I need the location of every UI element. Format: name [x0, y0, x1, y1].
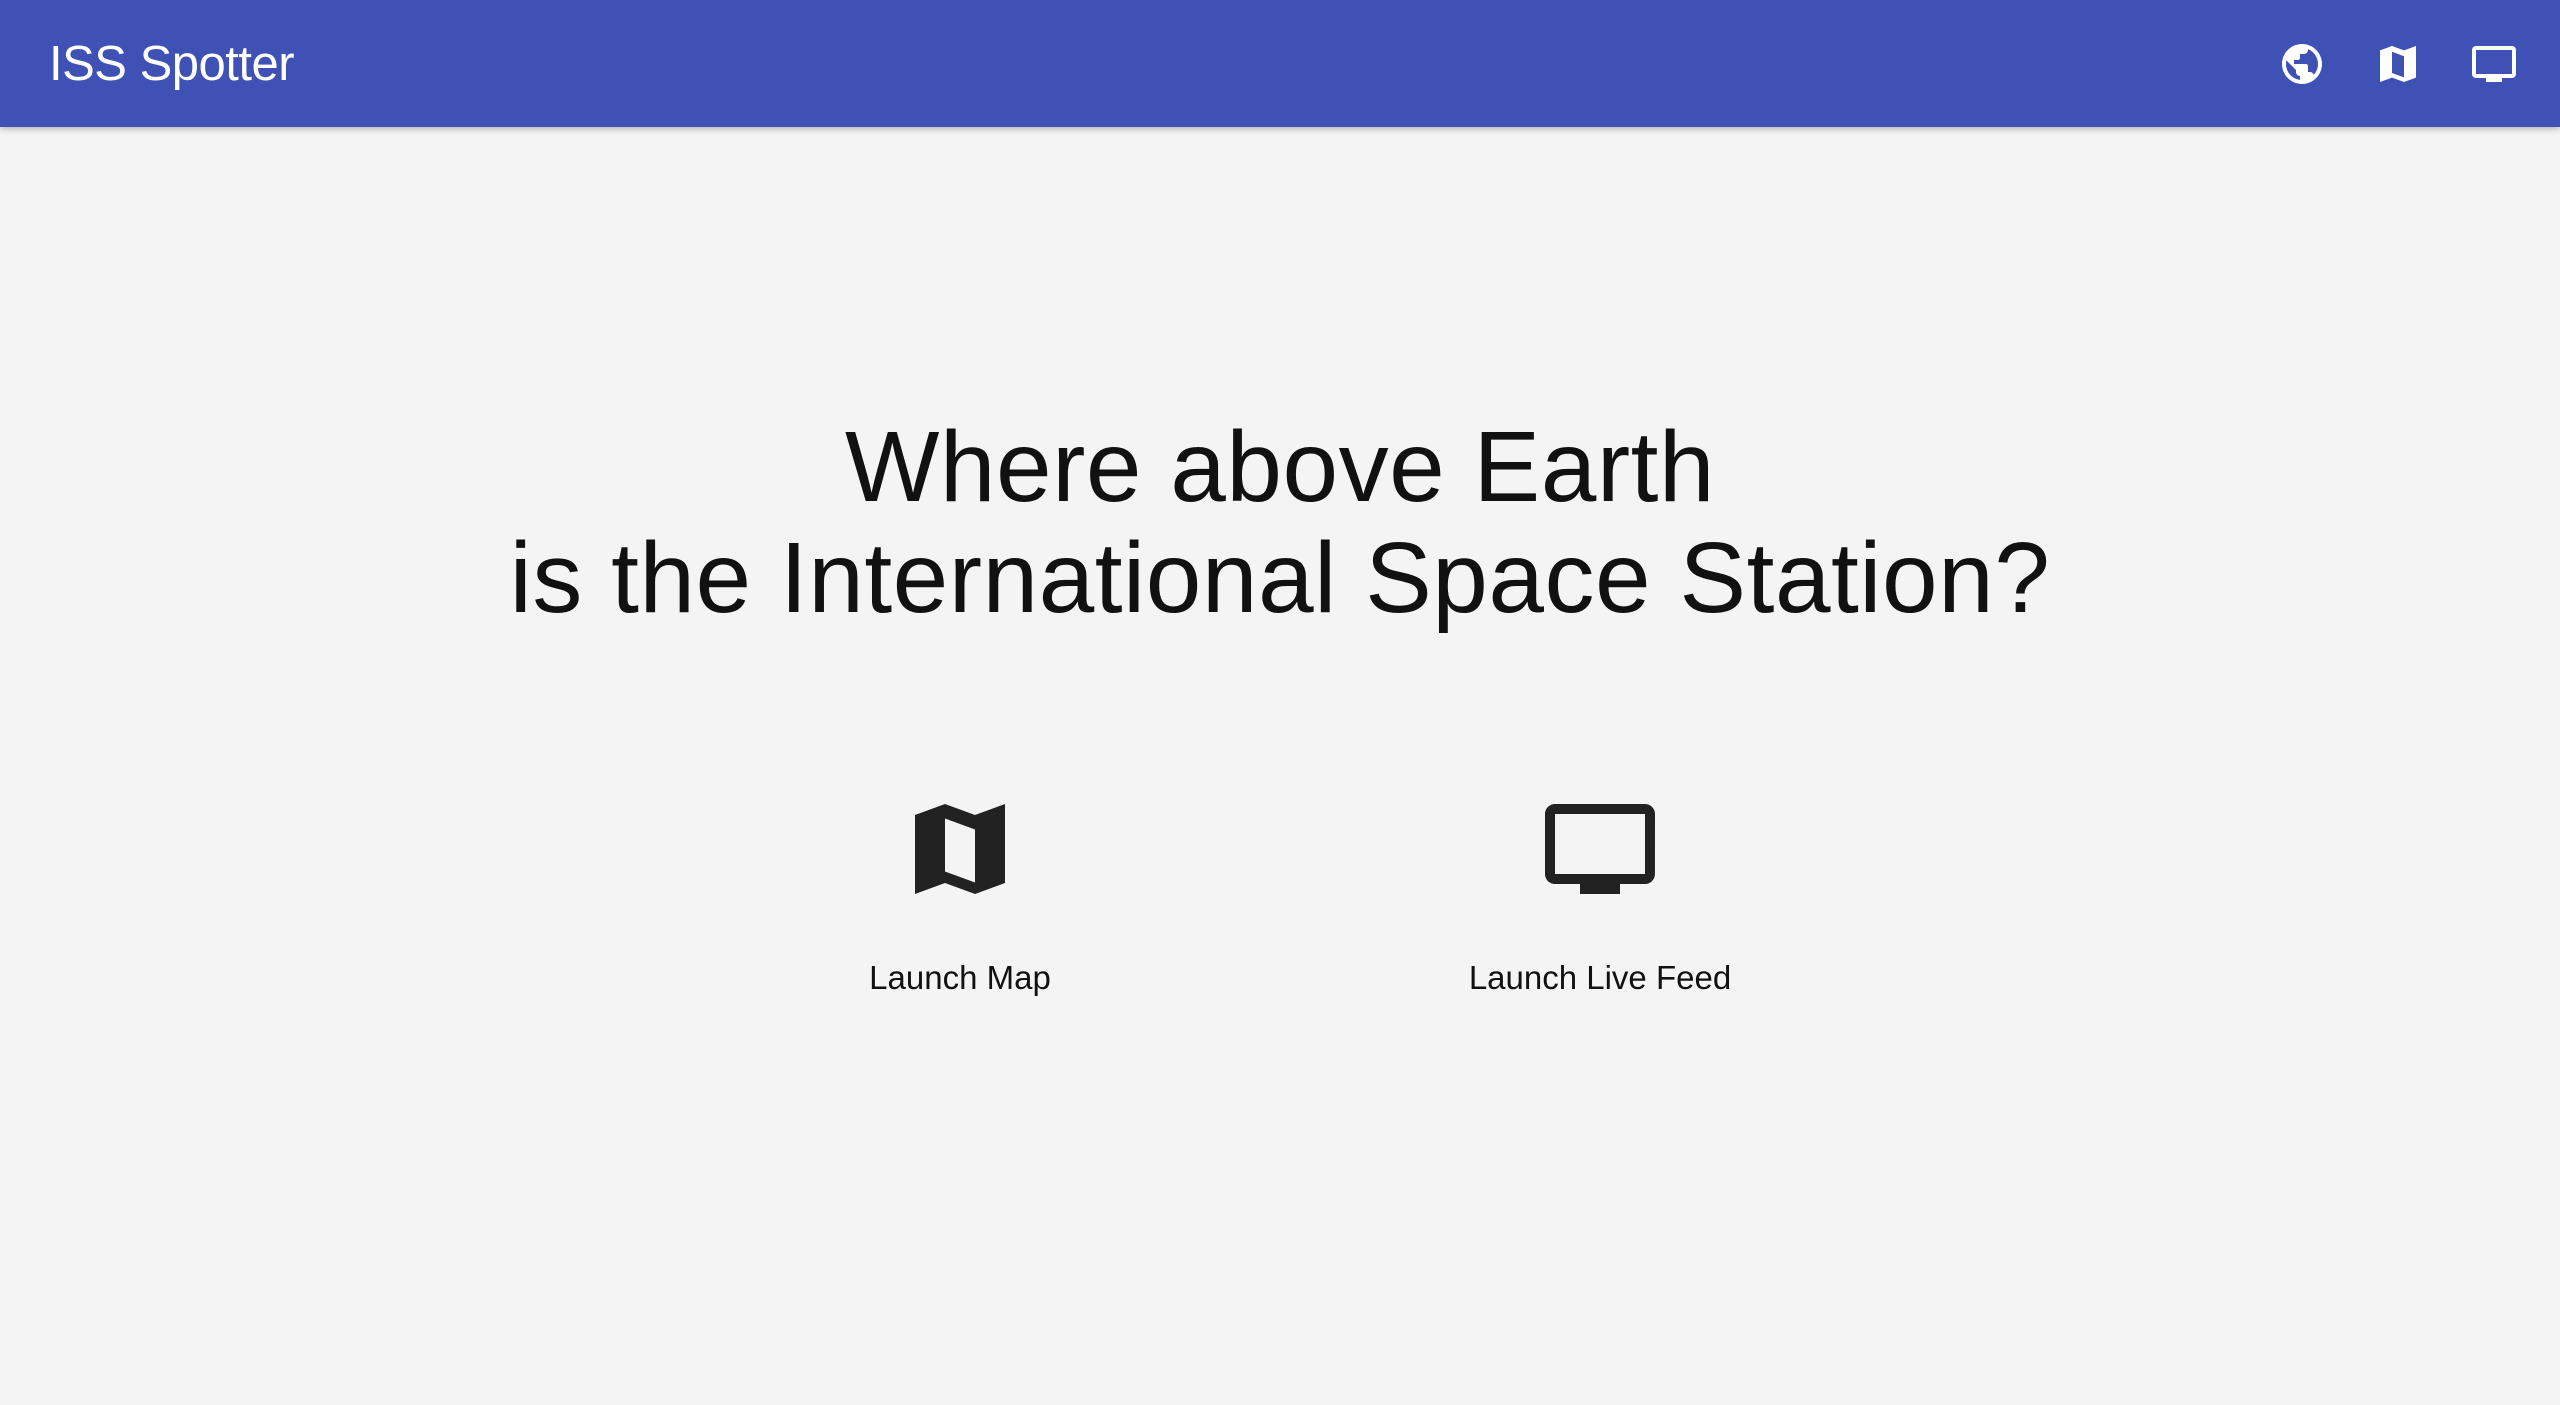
headline: Where above Earth is the International S…	[0, 412, 2560, 634]
map-icon	[900, 789, 1020, 909]
globe-button[interactable]	[2278, 40, 2326, 88]
tv-button[interactable]	[2470, 40, 2518, 88]
toolbar-actions	[2278, 40, 2518, 88]
headline-line-1: Where above Earth	[844, 411, 1716, 523]
launch-map-label: Launch Map	[869, 959, 1051, 996]
headline-line-2: is the International Space Station?	[509, 522, 2051, 634]
app-title: ISS Spotter	[49, 36, 295, 91]
tv-icon	[1540, 789, 1660, 909]
map-button[interactable]	[2374, 40, 2422, 88]
main-content: Where above Earth is the International S…	[0, 127, 2560, 1405]
globe-icon	[2282, 43, 2322, 84]
app-bar: ISS Spotter	[0, 0, 2560, 127]
map-icon	[2380, 45, 2416, 82]
launch-live-feed-label: Launch Live Feed	[1468, 959, 1732, 996]
launch-live-feed-button[interactable]: Launch Live Feed	[1400, 789, 1800, 997]
launch-map-button[interactable]: Launch Map	[760, 789, 1160, 997]
tv-icon	[2472, 45, 2516, 82]
